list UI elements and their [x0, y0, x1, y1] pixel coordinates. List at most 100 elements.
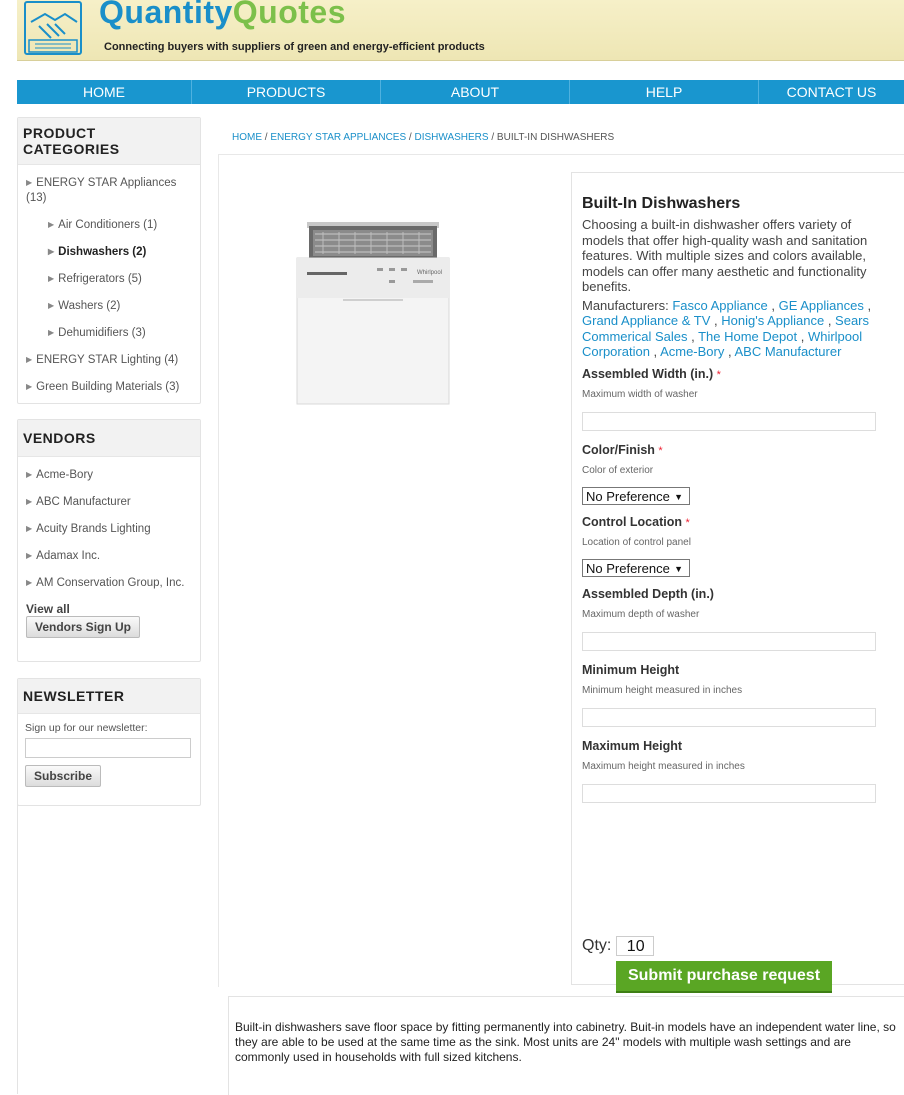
breadcrumb: HOME / ENERGY STAR APPLIANCES / DISHWASH…: [232, 132, 614, 143]
handshake-icon[interactable]: [21, 0, 85, 58]
long-description: Built-in dishwashers save floor space by…: [235, 1020, 896, 1064]
manufacturers-list: Manufacturers: Fasco Appliance , GE Appl…: [582, 297, 872, 360]
product-detail-panel: Built-In Dishwashers Choosing a built-in…: [571, 172, 904, 993]
required-marker: *: [685, 516, 690, 529]
breadcrumb-energy-star[interactable]: ENERGY STAR APPLIANCES: [270, 132, 406, 143]
vendors-heading: VENDORS: [18, 420, 200, 457]
caret-right-icon: ▶: [26, 178, 33, 187]
product-title: Built-In Dishwashers: [582, 195, 741, 212]
caret-right-icon: ▶: [26, 578, 33, 587]
caret-right-icon: ▶: [26, 524, 33, 533]
color-label-text: Color/Finish: [582, 442, 655, 457]
vendor-adamax[interactable]: ▶ Adamax Inc.: [18, 544, 200, 571]
color-select[interactable]: No Preference ▼: [582, 486, 690, 505]
manufacturer-link[interactable]: The Home Depot: [698, 329, 797, 344]
dropdown-arrow-icon: ▼: [674, 491, 683, 502]
category-energy-star-lighting[interactable]: ▶ ENERGY STAR Lighting (4): [18, 348, 200, 375]
caret-right-icon: ▶: [48, 274, 55, 283]
min-height-field-group: Minimum Height Minimum height measured i…: [582, 663, 887, 727]
long-description-box: Built-in dishwashers save floor space by…: [228, 996, 904, 1095]
newsletter-email-input[interactable]: [25, 738, 191, 758]
main-nav: HOME PRODUCTS ABOUT HELP CONTACT US: [17, 80, 904, 104]
qty-input[interactable]: 10: [615, 936, 654, 956]
brand-part-2: Quotes: [232, 0, 347, 30]
svg-text:Whirlpool: Whirlpool: [417, 270, 442, 276]
categories-heading: PRODUCT CATEGORIES: [18, 118, 200, 165]
depth-field-group: Assembled Depth (in.) Maximum depth of w…: [582, 587, 887, 651]
color-selected: No Preference: [586, 488, 670, 504]
depth-help: Maximum depth of washer: [582, 608, 700, 620]
control-field-group: Control Location * Location of control p…: [582, 515, 887, 578]
dishwasher-image: Whirlpool: [296, 222, 450, 405]
newsletter-actions: Subscribe: [18, 758, 200, 787]
category-air-conditioners[interactable]: ▶ Air Conditioners (1): [18, 213, 200, 240]
control-select[interactable]: No Preference ▼: [582, 558, 690, 577]
category-green-building-materials[interactable]: ▶ Green Building Materials (3): [18, 375, 200, 402]
vendor-abc-manufacturer[interactable]: ▶ ABC Manufacturer: [18, 490, 200, 517]
category-label: ENERGY STAR Appliances (13): [26, 177, 177, 204]
brand-part-1: Quantity: [99, 0, 233, 30]
submit-purchase-request-button[interactable]: Submit purchase request: [616, 961, 832, 993]
manufacturer-link[interactable]: GE Appliances: [779, 298, 864, 313]
vendors-panel: VENDORS ▶ Acme-Bory ▶ ABC Manufacturer ▶ Ac…: [17, 419, 201, 662]
depth-input[interactable]: [582, 631, 876, 651]
caret-right-icon: ▶: [48, 247, 55, 256]
manufacturer-link[interactable]: Grand Appliance & TV: [582, 313, 710, 328]
category-label: Green Building Materials (3): [36, 381, 180, 393]
category-washers[interactable]: ▶ Washers (2): [18, 294, 200, 321]
caret-right-icon: ▶: [26, 551, 33, 560]
dropdown-arrow-icon: ▼: [674, 563, 683, 574]
nav-help[interactable]: HELP: [570, 80, 759, 104]
vendor-label: Adamax Inc.: [36, 550, 101, 562]
nav-about[interactable]: ABOUT: [381, 80, 570, 104]
breadcrumb-dishwashers[interactable]: DISHWASHERS: [414, 132, 488, 143]
vendor-acme-bory[interactable]: ▶ Acme-Bory: [18, 463, 200, 490]
caret-right-icon: ▶: [48, 301, 55, 310]
manufacturer-link[interactable]: Honig's Appliance: [721, 313, 824, 328]
subscribe-button[interactable]: Subscribe: [25, 765, 102, 787]
manufacturer-link[interactable]: ABC Manufacturer: [734, 344, 841, 359]
product-description: Choosing a built-in dishwasher offers va…: [582, 217, 868, 294]
manufacturer-link[interactable]: Fasco Appliance: [672, 298, 767, 313]
qty-label: Qty:: [582, 937, 612, 955]
max-height-input[interactable]: [582, 783, 876, 803]
required-marker: *: [716, 368, 721, 381]
max-height-label: Maximum Height: [582, 738, 683, 753]
width-input[interactable]: [582, 411, 876, 431]
vendor-label: Acme-Bory: [36, 469, 94, 481]
qty-row: Qty: 10: [582, 936, 654, 956]
min-height-help: Minimum height measured in inches: [582, 684, 743, 696]
max-height-field-group: Maximum Height Maximum height measured i…: [582, 739, 887, 803]
vendors-sign-up-button[interactable]: Vendors Sign Up: [26, 616, 141, 638]
category-label: ENERGY STAR Lighting (4): [36, 354, 179, 366]
min-height-label: Minimum Height: [582, 662, 680, 677]
control-label: Control Location *: [582, 515, 887, 529]
category-dishwashers[interactable]: ▶ Dishwashers (2): [18, 240, 200, 267]
brand-logo[interactable]: QuantityQuotes: [99, 0, 346, 31]
nav-contact-us[interactable]: CONTACT US: [759, 80, 904, 104]
width-field-group: Assembled Width (in.) * Maximum width of…: [582, 367, 887, 431]
nav-home[interactable]: HOME: [17, 80, 192, 104]
vendor-am-conservation-group[interactable]: ▶ AM Conservation Group, Inc.: [18, 571, 200, 598]
caret-right-icon: ▶: [48, 220, 55, 229]
control-selected: No Preference: [586, 560, 670, 576]
max-height-help: Maximum height measured in inches: [582, 760, 745, 772]
newsletter-prompt: Sign up for our newsletter:: [25, 722, 148, 734]
view-all-link[interactable]: View all: [26, 602, 70, 616]
caret-right-icon: ▶: [26, 382, 33, 391]
category-label: Washers (2): [58, 300, 121, 312]
manufacturer-link[interactable]: Acme-Bory: [660, 344, 724, 359]
product-form: Built-In Dishwashers Choosing a built-in…: [582, 195, 887, 803]
nav-products[interactable]: PRODUCTS: [192, 80, 381, 104]
control-help: Location of control panel: [582, 536, 691, 548]
category-dehumidifiers[interactable]: ▶ Dehumidifiers (3): [18, 321, 200, 348]
vendor-label: ABC Manufacturer: [36, 496, 131, 508]
min-height-input[interactable]: [582, 707, 876, 727]
category-refrigerators[interactable]: ▶ Refrigerators (5): [18, 267, 200, 294]
color-label: Color/Finish *: [582, 443, 887, 457]
vendor-acuity-brands-lighting[interactable]: ▶ Acuity Brands Lighting: [18, 517, 200, 544]
category-energy-star-appliances[interactable]: ▶ ENERGY STAR Appliances (13): [18, 171, 200, 213]
breadcrumb-home[interactable]: HOME: [232, 132, 262, 143]
color-help: Color of exterior: [582, 464, 654, 476]
depth-label: Assembled Depth (in.): [582, 586, 714, 601]
